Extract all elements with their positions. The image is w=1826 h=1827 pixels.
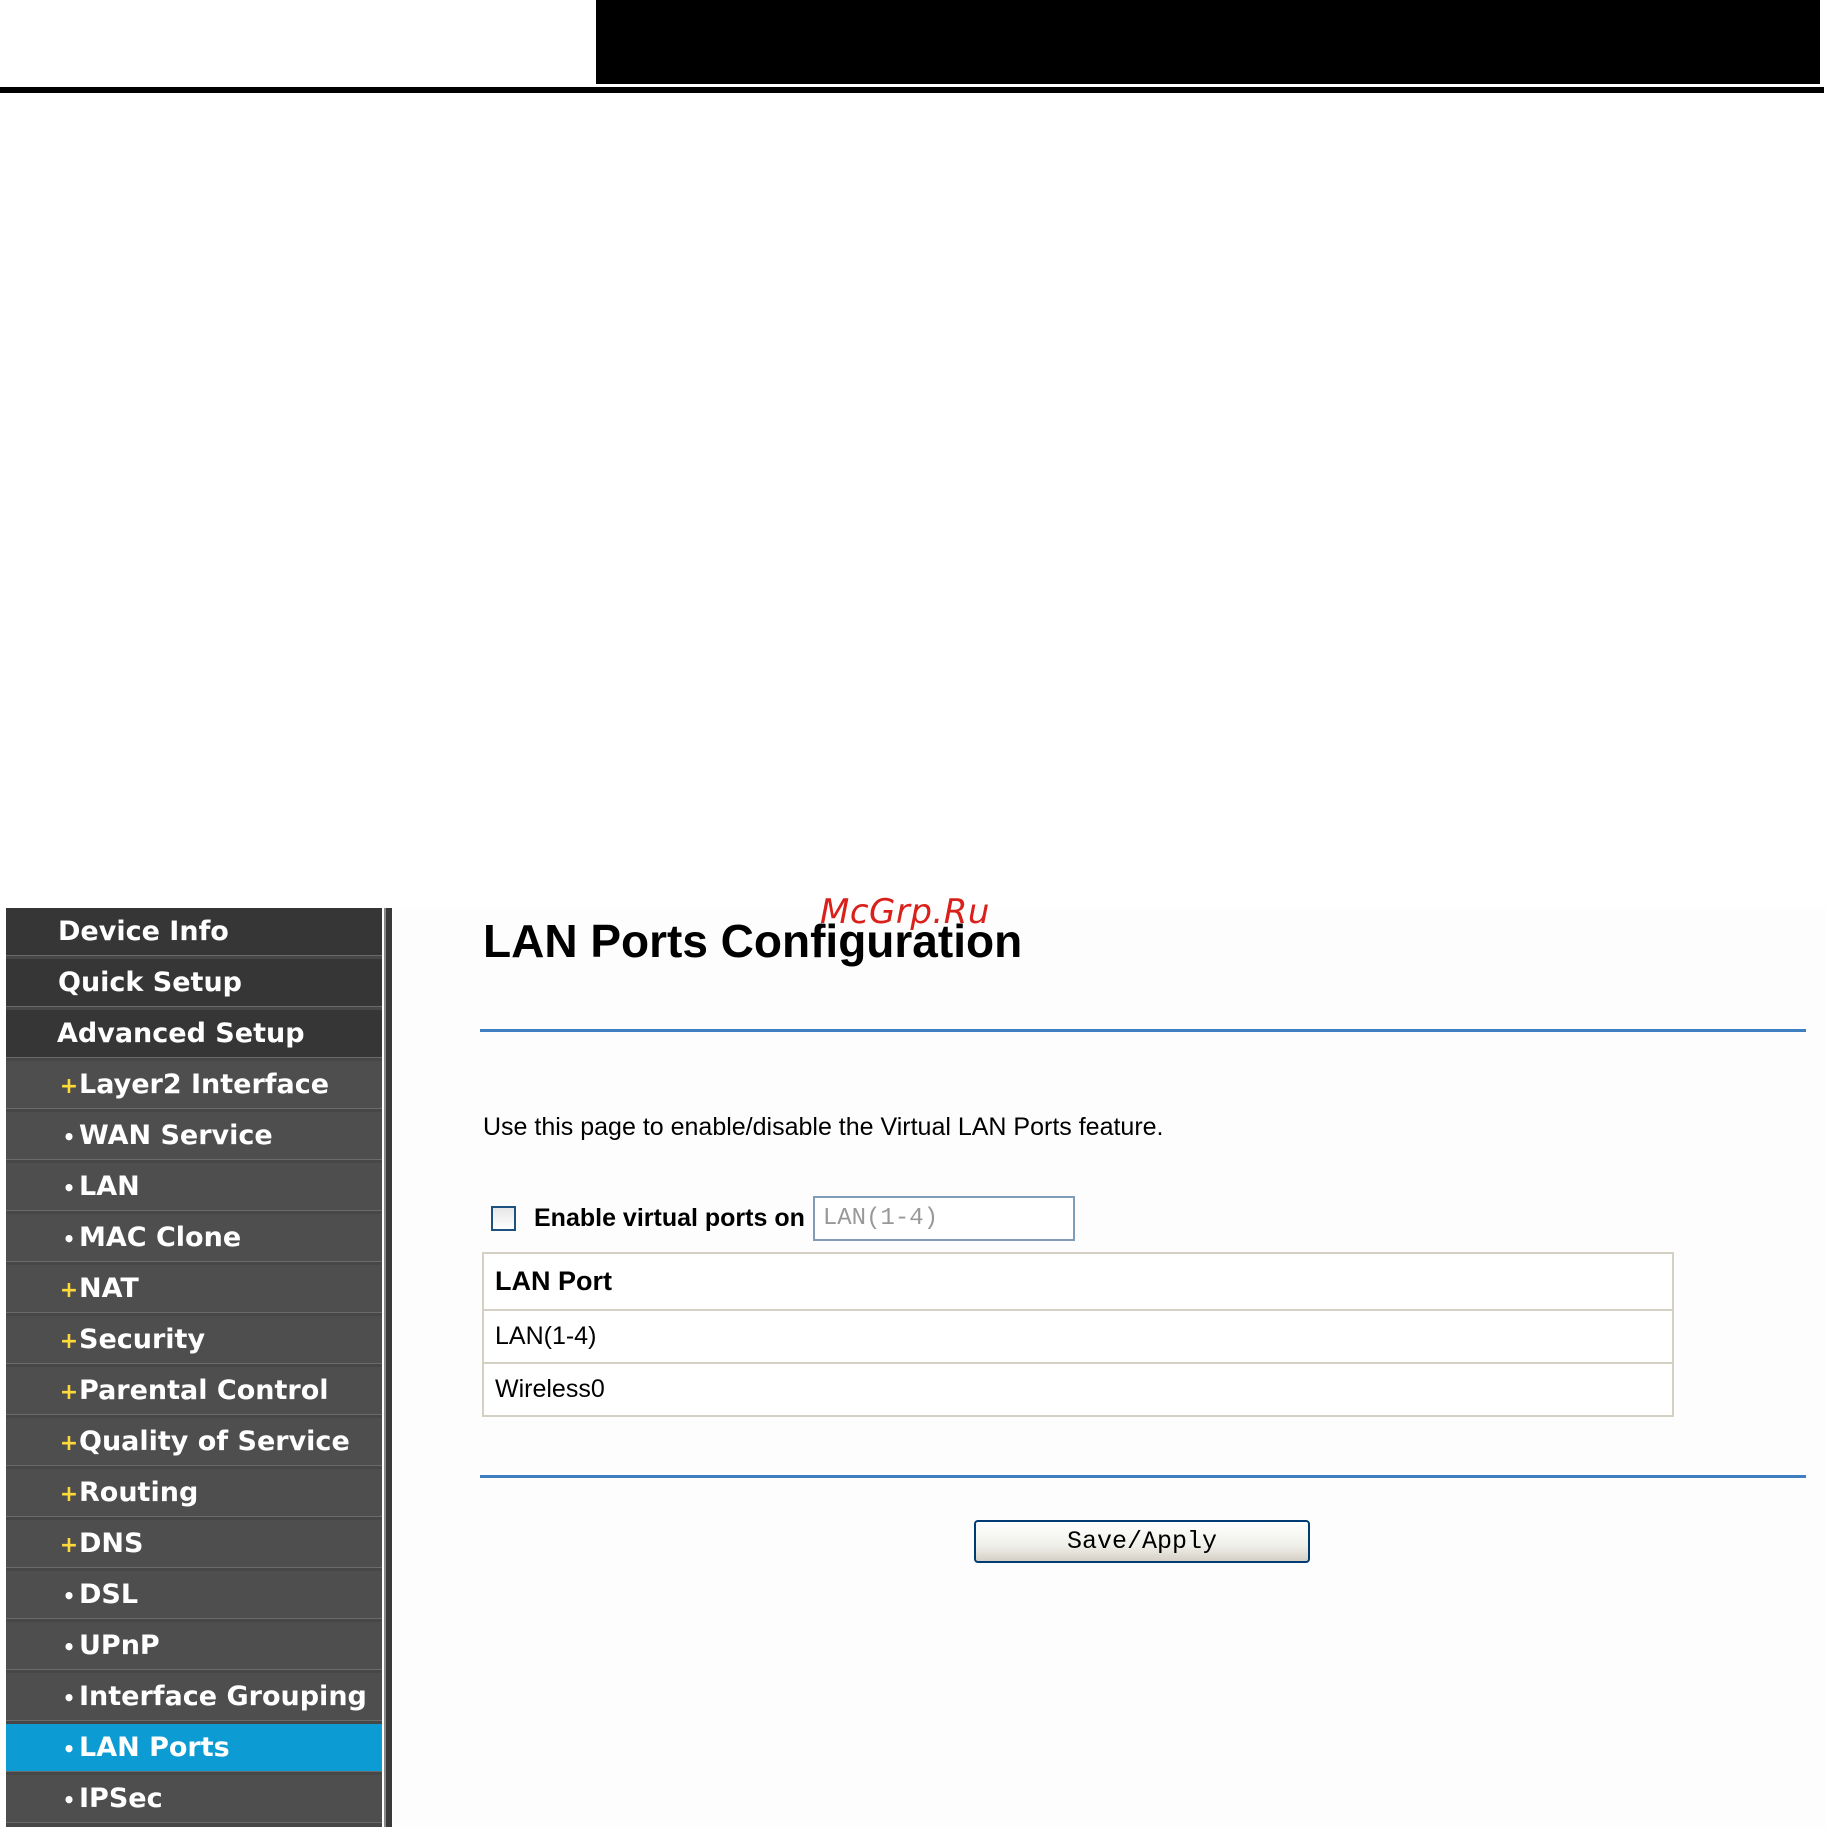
sidebar-item-nat[interactable]: +NAT — [6, 1265, 382, 1313]
expand-plus-icon: + — [59, 1533, 79, 1558]
save-apply-button[interactable]: Save/Apply — [974, 1520, 1310, 1563]
table-cell: Wireless0 — [482, 1362, 1674, 1417]
sidebar-item-interface-grouping[interactable]: • Interface Grouping — [6, 1673, 382, 1721]
sidebar-item-device-info[interactable]: Device Info — [6, 908, 382, 956]
sidebar-item-dns[interactable]: +DNS — [6, 1520, 382, 1568]
sidebar-item-label: DSL — [79, 1579, 139, 1610]
divider-bottom — [480, 1475, 1806, 1478]
sidebar-item-lan-ports[interactable]: • LAN Ports — [6, 1724, 382, 1772]
sidebar-item-label: UPnP — [79, 1630, 160, 1661]
sidebar-item-label: Parental Control — [79, 1375, 329, 1406]
sidebar-menu: Device Info Quick Setup Advanced Setup +… — [6, 908, 382, 1827]
expand-plus-icon: + — [59, 1380, 79, 1405]
column-header-lan-port: LAN Port — [482, 1252, 1674, 1311]
enable-virtual-ports-label: Enable virtual ports on — [534, 1203, 805, 1232]
sidebar-item-mac-clone[interactable]: • MAC Clone — [6, 1214, 382, 1262]
sidebar-item-security[interactable]: +Security — [6, 1316, 382, 1364]
sidebar-item-ipsec[interactable]: • IPSec — [6, 1775, 382, 1823]
sidebar-item-upnp[interactable]: • UPnP — [6, 1622, 382, 1670]
sidebar-item-label: Interface Grouping — [79, 1681, 367, 1712]
header-rule — [0, 87, 1824, 93]
sidebar-item-dsl[interactable]: • DSL — [6, 1571, 382, 1619]
expand-plus-icon: + — [59, 1074, 79, 1099]
sidebar-item-layer2-interface[interactable]: +Layer2 Interface — [6, 1061, 382, 1109]
bullet-dot-icon: • — [62, 1227, 76, 1251]
sidebar-item-label: Security — [79, 1324, 206, 1355]
expand-plus-icon: + — [59, 1278, 79, 1303]
lan-port-table: LAN Port LAN(1-4) Wireless0 — [482, 1252, 1674, 1417]
sidebar-item-label: NAT — [79, 1273, 139, 1304]
sidebar-item-label: MAC Clone — [79, 1222, 242, 1253]
bullet-dot-icon: • — [62, 1176, 76, 1200]
sidebar-item-lan[interactable]: • LAN — [6, 1163, 382, 1211]
table-row: Wireless0 — [482, 1362, 1674, 1417]
header-bar — [596, 0, 1820, 84]
bullet-dot-icon: • — [62, 1584, 76, 1608]
sidebar-item-label: IPSec — [79, 1783, 163, 1814]
sidebar-item-quick-setup[interactable]: Quick Setup — [6, 959, 382, 1007]
virtual-ports-select[interactable]: LAN(1-4) — [812, 1195, 1075, 1241]
enable-virtual-ports-checkbox[interactable] — [491, 1205, 516, 1231]
sidebar-item-label: Routing — [79, 1477, 199, 1508]
bullet-dot-icon: • — [62, 1125, 76, 1149]
sidebar-item-parental-control[interactable]: +Parental Control — [6, 1367, 382, 1415]
enable-virtual-ports-row: Enable virtual ports on LAN(1-4) — [491, 1195, 1075, 1241]
sidebar-item-quality-of-service[interactable]: +Quality of Service — [6, 1418, 382, 1466]
bullet-dot-icon: • — [62, 1737, 76, 1761]
table-row: LAN(1-4) — [482, 1309, 1674, 1364]
sidebar-item-wan-service[interactable]: • WAN Service — [6, 1112, 382, 1160]
bullet-dot-icon: • — [62, 1635, 76, 1659]
sidebar-divider — [384, 908, 392, 1827]
sidebar-item-label: Quality of Service — [79, 1426, 350, 1457]
bullet-dot-icon: • — [62, 1686, 76, 1710]
sidebar-item-label: Device Info — [58, 916, 229, 947]
sidebar-item-advanced-setup[interactable]: Advanced Setup — [6, 1010, 382, 1058]
page-description: Use this page to enable/disable the Virt… — [483, 1113, 1164, 1141]
sidebar-item-routing[interactable]: +Routing — [6, 1469, 382, 1517]
sidebar-item-label: LAN — [79, 1171, 140, 1202]
sidebar-item-label: DNS — [79, 1528, 144, 1559]
expand-plus-icon: + — [59, 1431, 79, 1456]
table-cell: LAN(1-4) — [482, 1309, 1674, 1364]
sidebar-item-label: LAN Ports — [79, 1732, 230, 1763]
sidebar-item-label: Layer2 Interface — [79, 1069, 330, 1100]
sidebar-item-label: WAN Service — [79, 1120, 273, 1151]
watermark: McGrp.Ru — [820, 892, 990, 932]
bullet-dot-icon: • — [62, 1788, 76, 1812]
divider-top — [480, 1029, 1806, 1032]
table-header-row: LAN Port — [482, 1252, 1674, 1311]
sidebar-item-label: Quick Setup — [58, 967, 243, 998]
expand-plus-icon: + — [59, 1329, 79, 1354]
sidebar-item-label: Advanced Setup — [57, 1018, 305, 1049]
expand-plus-icon: + — [59, 1482, 79, 1507]
